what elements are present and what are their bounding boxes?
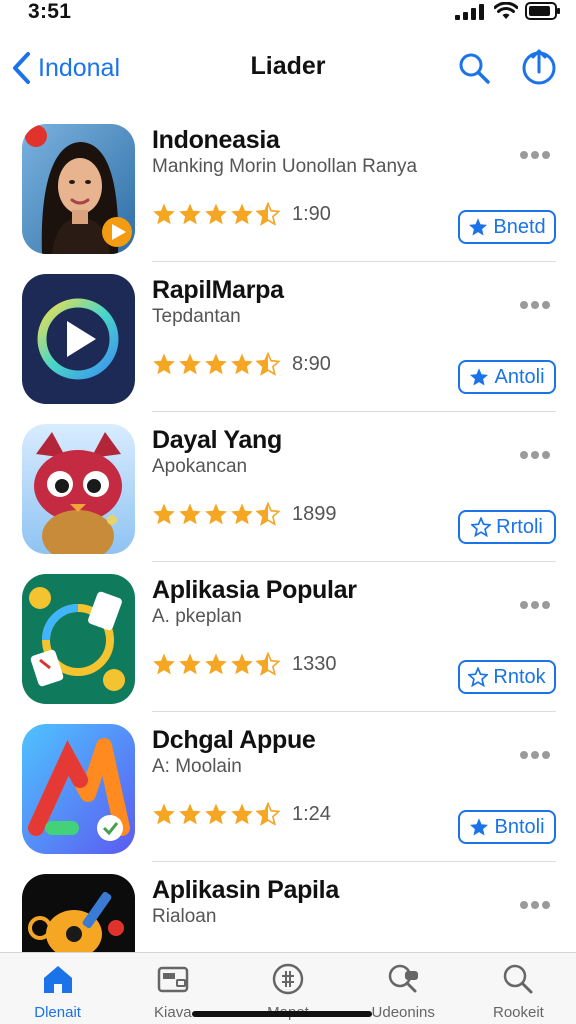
get-button-label: Rntok <box>493 665 546 688</box>
list-item[interactable]: Aplikasia Popular A. pkeplan 1330 Rntok <box>0 562 576 712</box>
star-filled-icon <box>470 368 489 386</box>
star-full-icon <box>179 653 201 675</box>
star-half-icon <box>256 502 280 526</box>
list-item[interactable]: Dchgal Appue A: Moolain 1:24 Bntoli <box>0 712 576 862</box>
star-full-icon <box>231 503 253 525</box>
star-full-icon <box>205 353 227 375</box>
star-full-icon <box>153 353 175 375</box>
rating: 1:24 <box>152 802 331 826</box>
chat-search-icon <box>388 964 419 993</box>
get-button[interactable]: Rrtoli <box>458 510 556 544</box>
star-outline-icon <box>471 517 492 537</box>
star-half-icon <box>256 202 280 226</box>
rating-value: 1899 <box>292 502 337 525</box>
get-button[interactable]: Bntoli <box>458 810 556 844</box>
tab-search[interactable]: Rookeit <box>461 953 576 1024</box>
rating-value: 1330 <box>292 652 337 675</box>
get-button-label: Bntoli <box>494 815 545 838</box>
star-full-icon <box>231 803 253 825</box>
star-full-icon <box>179 353 201 375</box>
list-item[interactable]: RapilMarpa Tepdantan 8:90 Antoli <box>0 262 576 412</box>
app-subtitle: Tepdantan <box>152 306 241 327</box>
get-button-label: Antoli <box>494 365 545 388</box>
wallet-icon <box>157 966 189 993</box>
app-subtitle: Manking Morin Uonollan Ranya <box>152 156 418 177</box>
app-name: RapilMarpa <box>152 276 284 304</box>
cards-app-icon <box>22 574 135 704</box>
get-button[interactable]: Antoli <box>458 360 556 394</box>
tab-label: Rookeit <box>492 1004 544 1021</box>
rating: 1330 <box>152 652 337 676</box>
star-half-icon <box>256 802 280 826</box>
app-subtitle: A: Moolain <box>152 756 242 777</box>
share-icon[interactable] <box>520 48 558 86</box>
app-subtitle: Rialoan <box>152 906 217 927</box>
compass-icon <box>272 963 304 995</box>
star-full-icon <box>205 203 227 225</box>
tab-label: Dlenait <box>34 1004 81 1021</box>
rating: 1899 <box>152 502 337 526</box>
star-full-icon <box>153 503 175 525</box>
status-bar: 3:51 <box>0 0 576 28</box>
star-outline-icon <box>468 667 489 687</box>
app-name: Dayal Yang <box>152 426 282 454</box>
tab-home[interactable]: Dlenait <box>0 953 115 1024</box>
app-name: Aplikasin Papila <box>152 876 339 904</box>
play-app-icon <box>22 274 135 404</box>
star-full-icon <box>231 203 253 225</box>
star-filled-icon <box>470 818 489 836</box>
more-options-button[interactable] <box>520 296 554 309</box>
app-name: Indoneasia <box>152 126 280 154</box>
app-list: Indoneasia Manking Morin Uonollan Ranya … <box>0 112 576 1012</box>
get-button-label: Bnetd <box>493 215 546 238</box>
list-item[interactable]: Indoneasia Manking Morin Uonollan Ranya … <box>0 112 576 262</box>
rating-value: 1:90 <box>292 202 331 225</box>
star-full-icon <box>205 503 227 525</box>
star-full-icon <box>179 503 201 525</box>
star-full-icon <box>205 653 227 675</box>
star-half-icon <box>256 652 280 676</box>
battery-icon <box>525 2 560 20</box>
rating-value: 1:24 <box>292 802 331 825</box>
star-full-icon <box>179 203 201 225</box>
more-options-button[interactable] <box>520 146 554 159</box>
more-options-button[interactable] <box>520 446 554 459</box>
search-icon[interactable] <box>456 50 492 86</box>
star-full-icon <box>153 803 175 825</box>
home-indicator <box>192 1011 372 1017</box>
star-full-icon <box>153 653 175 675</box>
navigation-bar: Indonal Liader <box>0 40 576 96</box>
star-full-icon <box>179 803 201 825</box>
star-full-icon <box>153 203 175 225</box>
app-subtitle: Apokancan <box>152 456 248 477</box>
more-options-button[interactable] <box>520 896 554 909</box>
signal-icon <box>455 4 484 20</box>
get-button[interactable]: Rntok <box>458 660 556 694</box>
star-full-icon <box>231 653 253 675</box>
star-full-icon <box>205 803 227 825</box>
more-options-button[interactable] <box>520 746 554 759</box>
home-icon <box>43 966 72 993</box>
app-subtitle: A. pkeplan <box>152 606 242 627</box>
wifi-icon <box>494 2 518 19</box>
get-button-label: Rrtoli <box>496 515 543 538</box>
list-item[interactable]: Dayal Yang Apokancan 1899 Rrtoli <box>0 412 576 562</box>
rating: 1:90 <box>152 202 331 226</box>
star-half-icon <box>256 352 280 376</box>
maps-app-icon <box>22 724 135 854</box>
search-icon <box>504 964 533 994</box>
app-name: Dchgal Appue <box>152 726 316 754</box>
rating: 8:90 <box>152 352 331 376</box>
cat-app-icon <box>22 424 135 554</box>
star-filled-icon <box>469 218 488 236</box>
more-options-button[interactable] <box>520 596 554 609</box>
status-time: 3:51 <box>28 0 72 23</box>
rating-value: 8:90 <box>292 352 331 375</box>
app-name: Aplikasia Popular <box>152 576 357 604</box>
get-button[interactable]: Bnetd <box>458 210 556 244</box>
star-full-icon <box>231 353 253 375</box>
portrait-app-icon <box>22 124 135 254</box>
